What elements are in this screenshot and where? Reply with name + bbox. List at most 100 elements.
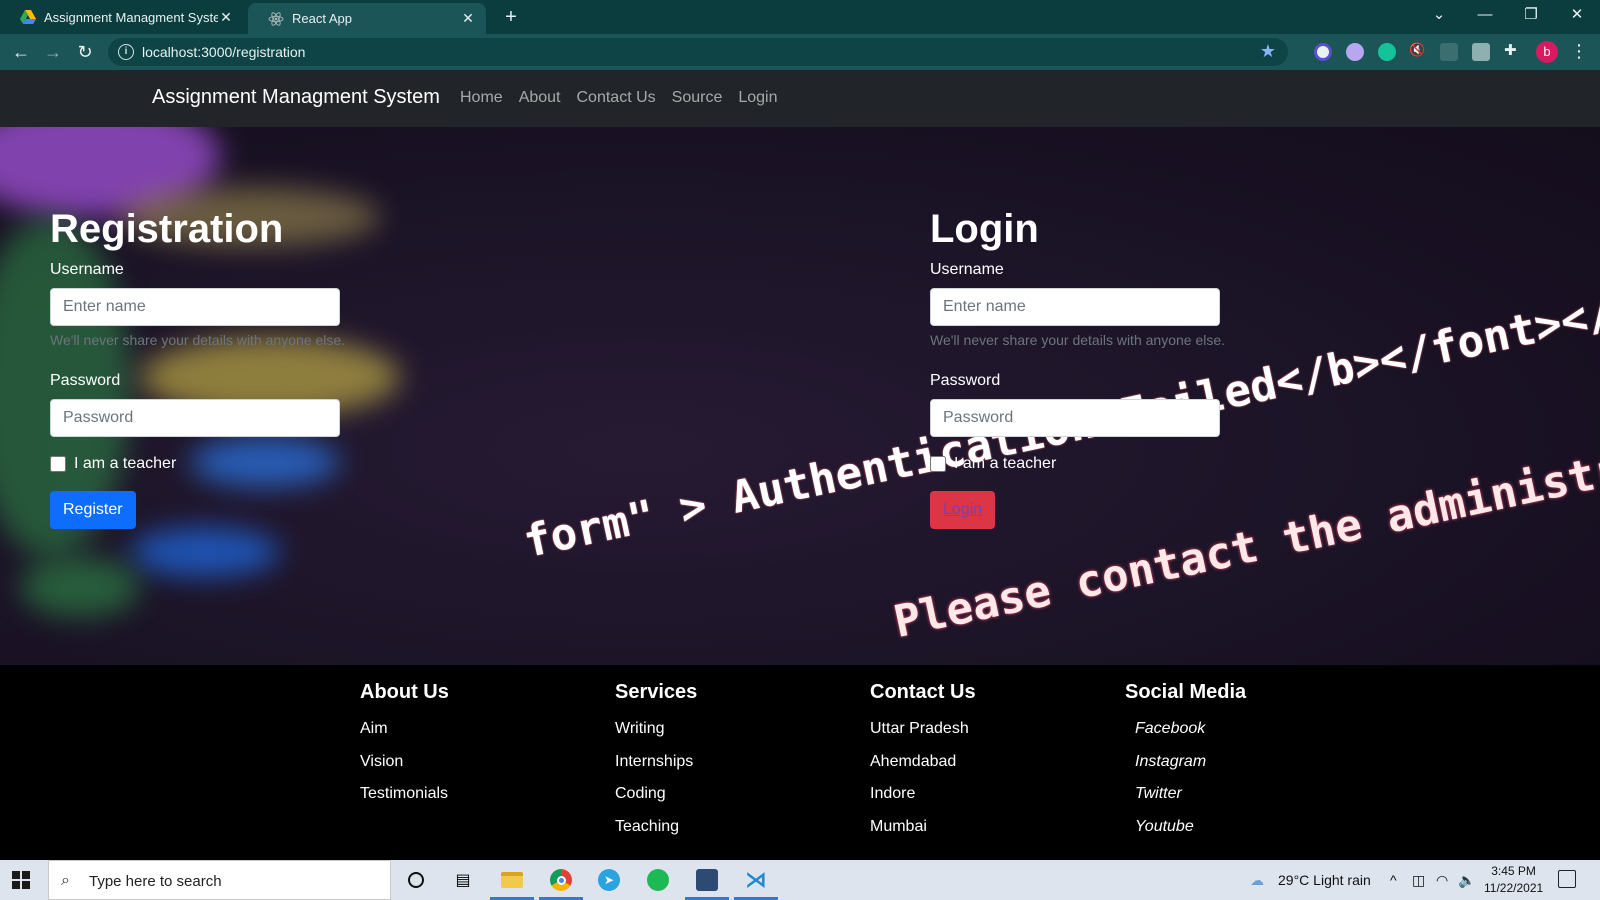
navbar-links: Home About Contact Us Source Login <box>460 89 778 107</box>
login-username-input[interactable] <box>930 288 1220 326</box>
footer-link[interactable]: Testimonials <box>360 785 600 818</box>
browser-tab-strip: Assignment Managment System ✕ React App … <box>0 0 1600 34</box>
teacher-checkbox-label[interactable]: I am a teacher <box>74 455 176 473</box>
password-label: Password <box>930 372 1001 389</box>
grammarly-icon[interactable] <box>1378 43 1396 61</box>
mute-icon[interactable]: 🔇 <box>1409 42 1427 60</box>
nav-link-home[interactable]: Home <box>460 89 503 107</box>
nav-link-about[interactable]: About <box>519 89 561 107</box>
google-drive-icon <box>20 10 36 24</box>
taskbar-search-placeholder[interactable]: Type here to search <box>89 873 222 890</box>
registration-username-input[interactable] <box>50 288 340 326</box>
spotify-icon[interactable] <box>643 866 673 894</box>
navbar-brand[interactable]: Assignment Managment System <box>152 86 440 109</box>
menu-kebab-icon[interactable]: ⋮ <box>1570 40 1588 62</box>
tab-title: Assignment Managment System <box>44 9 218 25</box>
tab-title: React App <box>292 11 352 26</box>
app-navbar: Assignment Managment System Home About C… <box>0 70 1600 127</box>
footer-link[interactable]: Teaching <box>615 818 855 851</box>
footer-link[interactable]: Mumbai <box>870 818 1110 851</box>
forward-arrow-icon[interactable]: → <box>40 40 66 64</box>
tab-assignment-system[interactable]: Assignment Managment System ✕ <box>0 0 244 34</box>
meet-now-icon[interactable]: ◫ <box>1412 872 1425 889</box>
cortana-icon[interactable] <box>401 866 431 894</box>
taskbar-clock[interactable]: 3:45 PM 11/22/2021 <box>1484 863 1543 897</box>
footer-link[interactable]: Coding <box>615 785 855 818</box>
footer-link-facebook[interactable]: Facebook <box>1125 720 1365 753</box>
tab-react-app[interactable]: React App ✕ <box>248 3 486 34</box>
bookmark-star-icon[interactable]: ★ <box>1260 41 1276 62</box>
footer-link[interactable]: Aim <box>360 720 600 753</box>
restore-button[interactable]: ❐ <box>1508 0 1554 34</box>
footer-column-contact: Contact Us Uttar Pradesh Ahemdabad Indor… <box>870 681 1110 850</box>
windows-taskbar: ⌕ Type here to search ▤ ➤ ⋊ ☁ 29°C Light… <box>0 860 1600 900</box>
url-text[interactable]: localhost:3000/registration <box>142 44 305 60</box>
nav-link-login[interactable]: Login <box>738 89 777 107</box>
tab-search-chevron-icon[interactable]: ⌄ <box>1416 0 1462 34</box>
footer-heading: Contact Us <box>870 681 976 703</box>
login-button[interactable]: Login <box>930 491 996 529</box>
weather-cloud-icon[interactable]: ☁ <box>1250 872 1264 889</box>
site-footer: About Us Aim Vision Testimonials Service… <box>0 665 1600 860</box>
address-bar[interactable]: i localhost:3000/registration ★ <box>108 38 1288 66</box>
close-icon[interactable]: ✕ <box>218 9 234 26</box>
registration-form: Registration Username We'll never share … <box>50 207 350 529</box>
login-title: Login <box>930 207 1039 251</box>
windows-start-icon[interactable] <box>12 871 30 889</box>
clock-time: 3:45 PM <box>1491 864 1536 878</box>
close-window-button[interactable]: ✕ <box>1554 0 1600 34</box>
extension-icon[interactable] <box>1346 43 1364 61</box>
wifi-icon[interactable]: ◠ <box>1436 872 1448 889</box>
tray-chevron-icon[interactable]: ^ <box>1390 872 1397 888</box>
username-help-text: We'll never share your details with anyo… <box>930 332 1226 348</box>
telegram-icon[interactable]: ➤ <box>594 866 624 894</box>
username-help-text: We'll never share your details with anyo… <box>50 332 346 348</box>
clock-date: 11/22/2021 <box>1484 881 1544 895</box>
registration-password-input[interactable] <box>50 399 340 437</box>
register-button[interactable]: Register <box>50 491 136 529</box>
footer-link-twitter[interactable]: Twitter <box>1125 785 1365 818</box>
new-tab-button[interactable]: + <box>498 4 524 30</box>
footer-link-instagram[interactable]: Instagram <box>1125 753 1365 786</box>
extension-icon[interactable] <box>1472 43 1490 61</box>
footer-link[interactable]: Vision <box>360 753 600 786</box>
taskbar-search-box[interactable]: ⌕ Type here to search <box>48 860 391 900</box>
footer-heading: About Us <box>360 681 449 703</box>
file-explorer-icon[interactable] <box>490 866 534 900</box>
footer-link[interactable]: Indore <box>870 785 1110 818</box>
notification-center-icon[interactable] <box>1558 870 1576 888</box>
volume-icon[interactable]: 🔈 <box>1458 872 1475 889</box>
chrome-icon[interactable] <box>539 866 583 900</box>
code-editor-icon[interactable] <box>685 866 729 900</box>
login-form: Login Username We'll never share your de… <box>930 207 1230 529</box>
extension-icon[interactable] <box>1314 43 1332 61</box>
footer-link[interactable]: Internships <box>615 753 855 786</box>
vscode-icon[interactable]: ⋊ <box>734 866 778 900</box>
profile-avatar[interactable]: b <box>1536 41 1558 63</box>
login-password-input[interactable] <box>930 399 1220 437</box>
back-arrow-icon[interactable]: ← <box>8 40 34 64</box>
minimize-button[interactable]: — <box>1462 0 1508 34</box>
task-view-icon[interactable]: ▤ <box>448 866 478 894</box>
footer-link[interactable]: Writing <box>615 720 855 753</box>
puzzle-extensions-icon[interactable]: ✚ <box>1504 41 1522 59</box>
footer-link[interactable]: Ahemdabad <box>870 753 1110 786</box>
footer-link[interactable]: Uttar Pradesh <box>870 720 1110 753</box>
close-icon[interactable]: ✕ <box>460 10 476 27</box>
teacher-checkbox-row: I am a teacher <box>930 455 1230 473</box>
footer-link-youtube[interactable]: Youtube <box>1125 818 1365 851</box>
footer-heading: Services <box>615 681 698 703</box>
registration-teacher-checkbox[interactable] <box>50 456 66 472</box>
nav-link-contact[interactable]: Contact Us <box>577 89 656 107</box>
nav-link-source[interactable]: Source <box>672 89 723 107</box>
footer-column-social: Social Media Facebook Instagram Twitter … <box>1125 681 1365 850</box>
login-teacher-checkbox[interactable] <box>930 456 946 472</box>
site-info-icon[interactable]: i <box>118 44 134 60</box>
teacher-checkbox-label[interactable]: I am a teacher <box>954 455 1056 473</box>
registration-title: Registration <box>50 207 284 251</box>
footer-column-about: About Us Aim Vision Testimonials <box>360 681 600 818</box>
reload-icon[interactable]: ↻ <box>72 40 98 64</box>
weather-text[interactable]: 29°C Light rain <box>1278 872 1371 888</box>
extension-icon[interactable] <box>1440 43 1458 61</box>
teacher-checkbox-row: I am a teacher <box>50 455 350 473</box>
